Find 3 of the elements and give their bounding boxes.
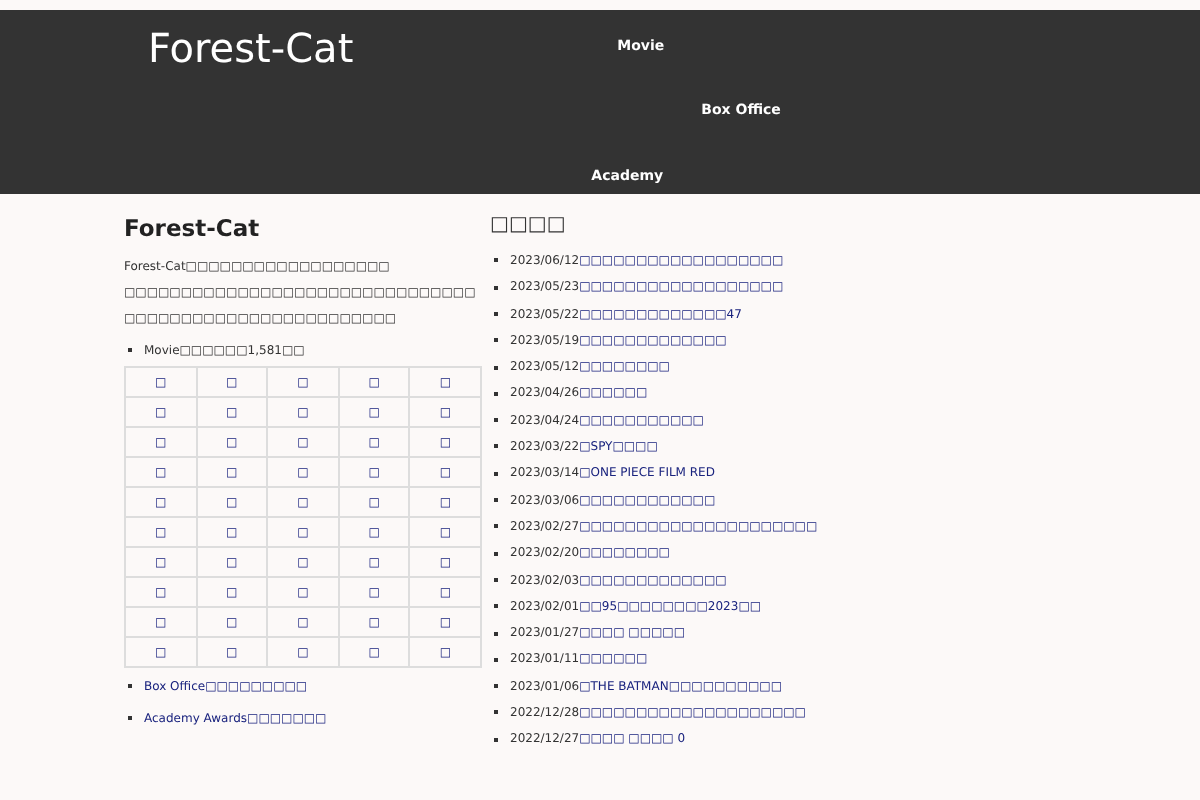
page-heading: Forest-Cat (124, 214, 262, 242)
site-title[interactable]: Forest-Cat (148, 24, 354, 72)
sidebar-heading: □□□□ (490, 214, 568, 238)
